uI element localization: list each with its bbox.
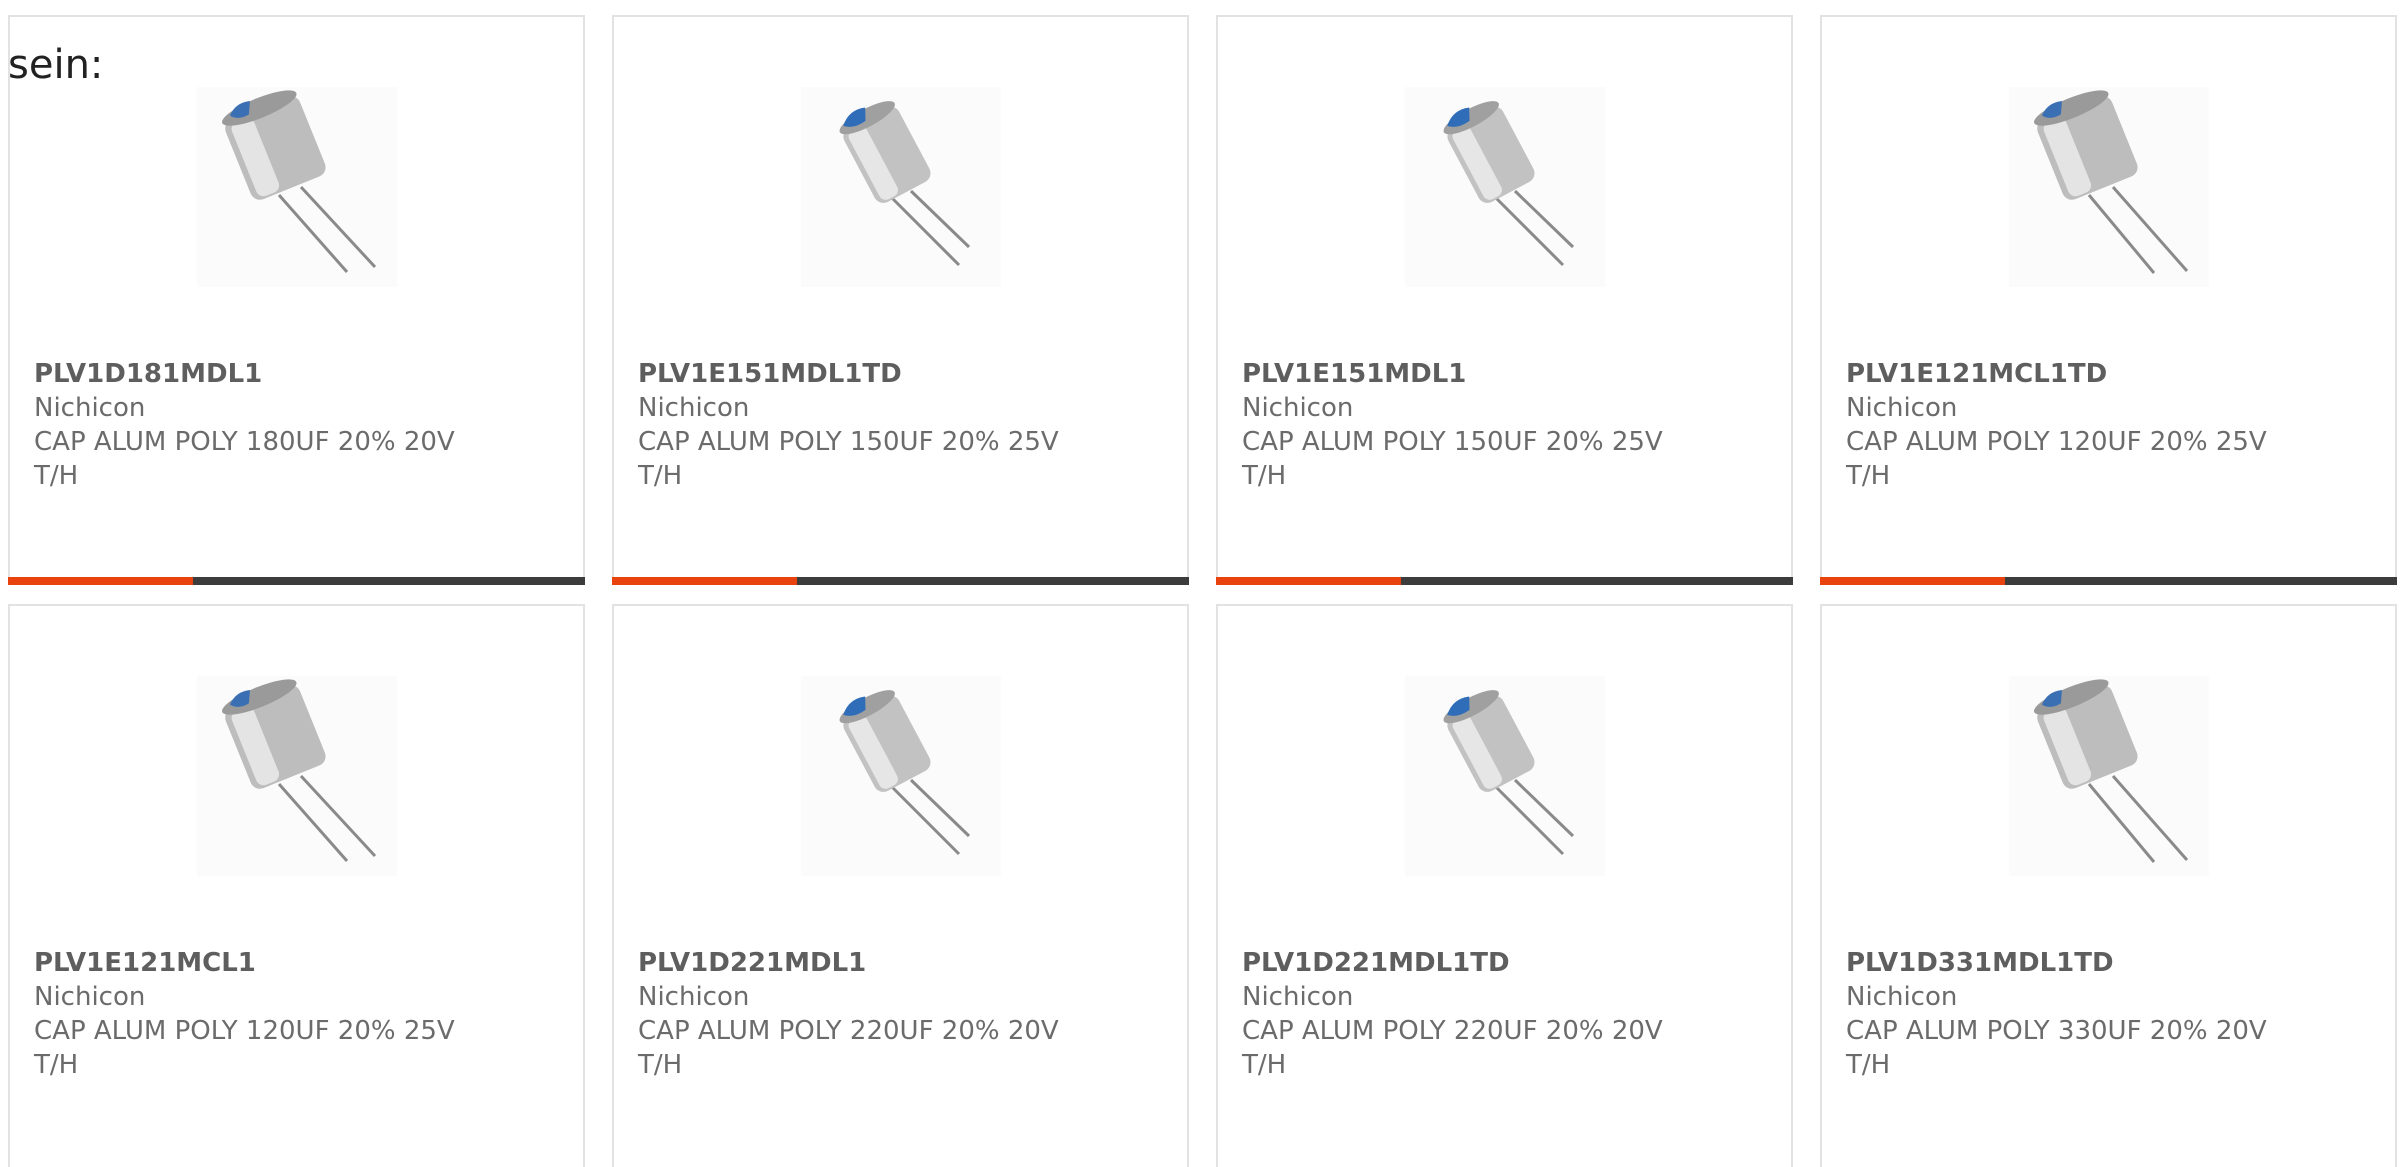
- product-card[interactable]: PLV1D181MDL1 Nichicon CAP ALUM POLY 180U…: [8, 15, 585, 585]
- product-info: PLV1D221MDL1TD Nichicon CAP ALUM POLY 22…: [1242, 946, 1771, 1082]
- capacitor-image[interactable]: [197, 676, 397, 876]
- product-card[interactable]: PLV1D221MDL1 Nichicon CAP ALUM POLY 220U…: [612, 604, 1189, 1167]
- progress-bar: [1820, 577, 2397, 585]
- description: CAP ALUM POLY 150UF 20% 25V: [1242, 427, 1663, 457]
- product-card[interactable]: PLV1D221MDL1TD Nichicon CAP ALUM POLY 22…: [1216, 604, 1793, 1167]
- description: CAP ALUM POLY 120UF 20% 25V: [34, 1016, 455, 1046]
- mount-type: T/H: [638, 461, 683, 491]
- capacitor-image[interactable]: [2009, 87, 2209, 287]
- mount-type: T/H: [34, 461, 79, 491]
- progress-fill: [8, 577, 193, 585]
- mount-type: T/H: [1846, 1050, 1891, 1080]
- part-number-link[interactable]: PLV1D221MDL1TD: [1242, 946, 1771, 980]
- part-number-link[interactable]: PLV1E121MCL1TD: [1846, 357, 2375, 391]
- capacitor-image[interactable]: [197, 87, 397, 287]
- product-info: PLV1D331MDL1TD Nichicon CAP ALUM POLY 33…: [1846, 946, 2375, 1082]
- mount-type: T/H: [638, 1050, 683, 1080]
- product-card[interactable]: PLV1E121MCL1TD Nichicon CAP ALUM POLY 12…: [1820, 15, 2397, 585]
- progress-bar: [612, 577, 1189, 585]
- manufacturer: Nichicon: [1846, 393, 1958, 423]
- capacitor-image[interactable]: [1405, 676, 1605, 876]
- description: CAP ALUM POLY 180UF 20% 20V: [34, 427, 455, 457]
- product-card[interactable]: PLV1E151MDL1 Nichicon CAP ALUM POLY 150U…: [1216, 15, 1793, 585]
- manufacturer: Nichicon: [638, 393, 750, 423]
- product-card[interactable]: PLV1D331MDL1TD Nichicon CAP ALUM POLY 33…: [1820, 604, 2397, 1167]
- description: CAP ALUM POLY 150UF 20% 25V: [638, 427, 1059, 457]
- description: CAP ALUM POLY 120UF 20% 25V: [1846, 427, 2267, 457]
- part-number-link[interactable]: PLV1E151MDL1: [1242, 357, 1771, 391]
- description: CAP ALUM POLY 220UF 20% 20V: [1242, 1016, 1663, 1046]
- part-number-link[interactable]: PLV1E151MDL1TD: [638, 357, 1167, 391]
- mount-type: T/H: [34, 1050, 79, 1080]
- lead-text: sein:: [8, 42, 104, 88]
- product-info: PLV1D221MDL1 Nichicon CAP ALUM POLY 220U…: [638, 946, 1167, 1082]
- product-info: PLV1E121MCL1 Nichicon CAP ALUM POLY 120U…: [34, 946, 563, 1082]
- mount-type: T/H: [1242, 461, 1287, 491]
- progress-fill: [612, 577, 797, 585]
- capacitor-image[interactable]: [2009, 676, 2209, 876]
- capacitor-image[interactable]: [801, 87, 1001, 287]
- manufacturer: Nichicon: [34, 982, 146, 1012]
- progress-bar: [1216, 577, 1793, 585]
- product-info: PLV1D181MDL1 Nichicon CAP ALUM POLY 180U…: [34, 357, 563, 493]
- progress-fill: [1216, 577, 1401, 585]
- manufacturer: Nichicon: [1242, 982, 1354, 1012]
- capacitor-image[interactable]: [1405, 87, 1605, 287]
- mount-type: T/H: [1242, 1050, 1287, 1080]
- manufacturer: Nichicon: [638, 982, 750, 1012]
- progress-fill: [1820, 577, 2005, 585]
- mount-type: T/H: [1846, 461, 1891, 491]
- product-info: PLV1E151MDL1 Nichicon CAP ALUM POLY 150U…: [1242, 357, 1771, 493]
- product-info: PLV1E151MDL1TD Nichicon CAP ALUM POLY 15…: [638, 357, 1167, 493]
- description: CAP ALUM POLY 220UF 20% 20V: [638, 1016, 1059, 1046]
- manufacturer: Nichicon: [34, 393, 146, 423]
- product-card[interactable]: PLV1E151MDL1TD Nichicon CAP ALUM POLY 15…: [612, 15, 1189, 585]
- manufacturer: Nichicon: [1846, 982, 1958, 1012]
- part-number-link[interactable]: PLV1D221MDL1: [638, 946, 1167, 980]
- product-grid-page: sein: PLV1D181MDL1 Nichicon CAP ALUM POL…: [0, 0, 2400, 1167]
- description: CAP ALUM POLY 330UF 20% 20V: [1846, 1016, 2267, 1046]
- progress-bar: [8, 577, 585, 585]
- capacitor-image[interactable]: [801, 676, 1001, 876]
- product-card[interactable]: PLV1E121MCL1 Nichicon CAP ALUM POLY 120U…: [8, 604, 585, 1167]
- part-number-link[interactable]: PLV1E121MCL1: [34, 946, 563, 980]
- part-number-link[interactable]: PLV1D331MDL1TD: [1846, 946, 2375, 980]
- part-number-link[interactable]: PLV1D181MDL1: [34, 357, 563, 391]
- product-info: PLV1E121MCL1TD Nichicon CAP ALUM POLY 12…: [1846, 357, 2375, 493]
- manufacturer: Nichicon: [1242, 393, 1354, 423]
